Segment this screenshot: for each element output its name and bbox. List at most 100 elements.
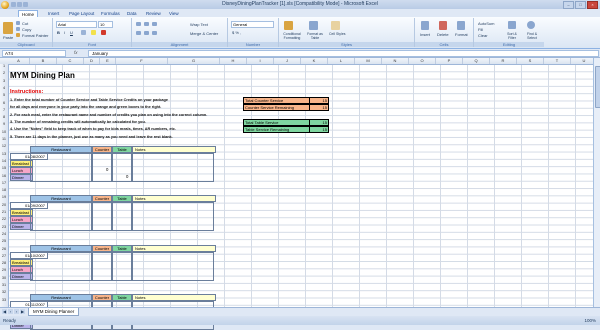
counter-cells[interactable]: [92, 202, 112, 231]
row-header[interactable]: 17: [0, 181, 8, 185]
row-header[interactable]: 4: [0, 86, 8, 90]
delete-cells-icon[interactable]: [439, 21, 447, 30]
font-name-select[interactable]: Arial: [56, 21, 97, 28]
prev-sheet-icon[interactable]: ‹: [8, 309, 13, 314]
row-header[interactable]: 18: [0, 188, 8, 192]
conditional-formatting-button[interactable]: Conditional Formatting: [281, 32, 303, 40]
column-header-s[interactable]: S: [517, 58, 544, 64]
column-header-p[interactable]: P: [436, 58, 463, 64]
first-sheet-icon[interactable]: ◀: [2, 309, 7, 314]
column-header-k[interactable]: K: [301, 58, 328, 64]
row-header[interactable]: 8: [0, 115, 8, 119]
underline-icon[interactable]: U: [70, 30, 73, 35]
tab-view[interactable]: View: [166, 10, 182, 17]
format-painter-button[interactable]: Format Painter: [22, 33, 48, 38]
column-header-d[interactable]: D: [84, 58, 100, 64]
row-header[interactable]: 3: [0, 79, 8, 83]
row-header[interactable]: 24: [0, 232, 8, 236]
cut-icon[interactable]: [16, 21, 20, 25]
row-header[interactable]: 26: [0, 247, 8, 251]
table-cells[interactable]: [112, 252, 132, 281]
column-header-f[interactable]: F: [116, 58, 168, 64]
row-header[interactable]: 22: [0, 217, 8, 221]
row-header[interactable]: 7: [0, 108, 8, 112]
row-header[interactable]: 15: [0, 166, 8, 170]
row-header[interactable]: 10: [0, 130, 8, 134]
row-header[interactable]: 27: [0, 254, 8, 258]
tab-insert[interactable]: Insert: [45, 10, 62, 17]
tab-page-layout[interactable]: Page Layout: [66, 10, 97, 17]
conditional-formatting-icon[interactable]: [284, 21, 293, 30]
column-header-l[interactable]: L: [328, 58, 355, 64]
column-header-n[interactable]: N: [382, 58, 409, 64]
column-header-e[interactable]: E: [100, 58, 116, 64]
font-size-select[interactable]: 10: [98, 21, 113, 28]
tab-review[interactable]: Review: [143, 10, 164, 17]
row-header[interactable]: 31: [0, 283, 8, 287]
row-header[interactable]: 20: [0, 203, 8, 207]
tab-data[interactable]: Data: [124, 10, 140, 17]
restaurant-cells[interactable]: [30, 202, 92, 231]
total-counter-value[interactable]: 15: [309, 97, 329, 104]
row-header[interactable]: 29: [0, 268, 8, 272]
cell-styles-button[interactable]: Cell Styles: [329, 32, 346, 36]
format-as-table-icon[interactable]: [309, 21, 318, 30]
row-header[interactable]: 5: [0, 93, 8, 97]
row-header[interactable]: 28: [0, 261, 8, 265]
row-header[interactable]: 9: [0, 122, 8, 126]
format-cells-icon[interactable]: [457, 21, 465, 30]
next-sheet-icon[interactable]: ›: [14, 309, 19, 314]
name-box[interactable]: A74: [2, 50, 66, 57]
column-header-g[interactable]: G: [168, 58, 220, 64]
fill-color-icon[interactable]: [91, 30, 96, 35]
align-right-icon[interactable]: [152, 31, 157, 35]
row-header[interactable]: 2: [0, 71, 8, 75]
row-header[interactable]: 12: [0, 144, 8, 148]
column-header-i[interactable]: I: [247, 58, 274, 64]
notes-cells[interactable]: [132, 153, 214, 182]
clear-button[interactable]: Clear: [478, 33, 488, 38]
notes-cells[interactable]: [132, 202, 214, 231]
row-header[interactable]: 32: [0, 290, 8, 294]
vertical-scrollbar[interactable]: [593, 58, 600, 307]
number-format-select[interactable]: General: [231, 21, 274, 28]
close-button[interactable]: ×: [587, 1, 598, 9]
format-cells-button[interactable]: Format: [455, 32, 468, 37]
lunch-counter-value[interactable]: 0: [106, 167, 108, 172]
copy-button[interactable]: Copy: [22, 27, 31, 32]
fill-button[interactable]: Fill: [478, 27, 483, 32]
sort-filter-icon[interactable]: [508, 21, 516, 29]
column-header-h[interactable]: H: [220, 58, 247, 64]
scroll-thumb[interactable]: [595, 66, 600, 108]
column-header-o[interactable]: O: [409, 58, 436, 64]
table-cells[interactable]: [112, 202, 132, 231]
cut-button[interactable]: Cut: [22, 21, 28, 26]
find-select-icon[interactable]: [527, 21, 535, 29]
font-color-icon[interactable]: [101, 30, 106, 35]
restaurant-cells[interactable]: [30, 153, 92, 182]
paste-icon[interactable]: [3, 22, 13, 34]
column-header-j[interactable]: J: [274, 58, 301, 64]
fx-icon[interactable]: fx: [74, 50, 78, 55]
row-header[interactable]: 30: [0, 276, 8, 280]
bold-icon[interactable]: B: [57, 30, 60, 35]
column-header-t[interactable]: T: [544, 58, 571, 64]
row-header[interactable]: 21: [0, 210, 8, 214]
row-header[interactable]: 16: [0, 174, 8, 178]
wrap-text-button[interactable]: Wrap Text: [190, 22, 208, 27]
insert-cells-button[interactable]: Insert: [420, 32, 430, 37]
column-header-r[interactable]: R: [490, 58, 517, 64]
row-header[interactable]: 1: [0, 64, 8, 68]
column-header-a[interactable]: A: [8, 58, 30, 64]
row-header[interactable]: 23: [0, 225, 8, 229]
column-header-b[interactable]: B: [30, 58, 57, 64]
align-bottom-icon[interactable]: [152, 22, 157, 26]
counter-cells[interactable]: [92, 252, 112, 281]
insert-cells-icon[interactable]: [421, 21, 429, 30]
table-cells[interactable]: [112, 153, 132, 182]
autosum-button[interactable]: AutoSum: [478, 21, 494, 26]
dinner-table-value[interactable]: 0: [126, 174, 128, 179]
align-top-icon[interactable]: [136, 22, 141, 26]
format-painter-icon[interactable]: [16, 33, 20, 37]
sheet-tab-mym[interactable]: MYM Dining Planner: [28, 308, 80, 316]
